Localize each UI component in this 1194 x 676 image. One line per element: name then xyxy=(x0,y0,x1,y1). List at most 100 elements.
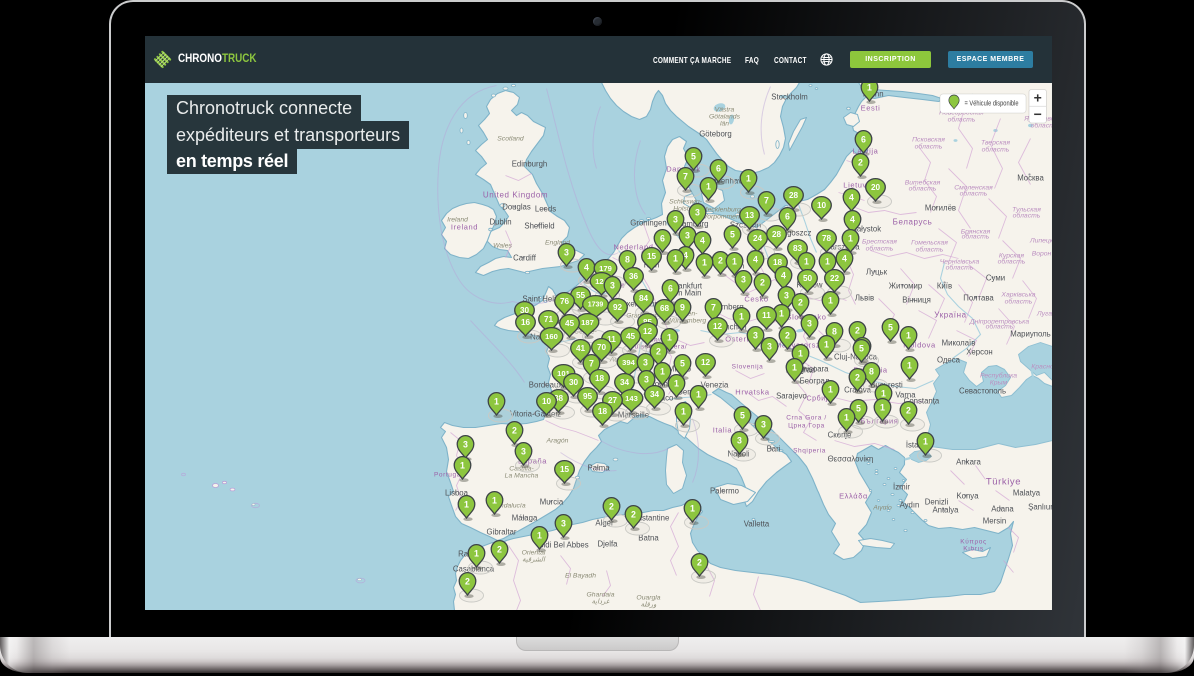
svg-text:Москва: Москва xyxy=(1017,173,1044,182)
svg-text:1: 1 xyxy=(824,339,829,349)
svg-text:Ireland: Ireland xyxy=(447,216,468,223)
svg-text:Беларусь: Беларусь xyxy=(892,217,932,226)
svg-text:Житомир: Житомир xyxy=(888,281,922,290)
svg-text:13: 13 xyxy=(744,211,754,220)
svg-text:Eesti: Eesti xyxy=(860,103,880,112)
svg-text:Konya: Konya xyxy=(956,491,979,500)
svg-text:Црна Гора: Црна Гора xyxy=(788,422,825,429)
svg-text:область: область xyxy=(945,263,973,271)
svg-text:Ghardaia: Ghardaia xyxy=(586,591,614,598)
svg-text:394: 394 xyxy=(622,357,635,366)
svg-text:4: 4 xyxy=(849,192,854,202)
svg-text:Stockholm: Stockholm xyxy=(771,92,807,101)
svg-text:5: 5 xyxy=(888,322,893,332)
svg-text:Palma: Palma xyxy=(587,463,610,472)
svg-text:10: 10 xyxy=(541,397,551,406)
svg-text:2: 2 xyxy=(760,277,765,287)
svg-text:Türkiye: Türkiye xyxy=(985,476,1020,487)
svg-text:1: 1 xyxy=(828,384,833,394)
svg-text:83: 83 xyxy=(792,244,802,253)
svg-text:Malatya: Malatya xyxy=(1012,488,1040,497)
svg-text:70: 70 xyxy=(596,343,606,352)
svg-text:Leeds: Leeds xyxy=(534,204,555,213)
svg-text:Луцьк: Луцьк xyxy=(865,267,887,276)
svg-text:Cardiff: Cardiff xyxy=(513,253,537,262)
svg-text:= Véhicule disponible: = Véhicule disponible xyxy=(964,98,1018,107)
svg-text:Málaga: Málaga xyxy=(511,513,537,522)
svg-text:Dublin: Dublin xyxy=(489,217,511,226)
svg-text:1: 1 xyxy=(681,406,686,416)
svg-text:1: 1 xyxy=(464,499,469,509)
svg-text:4: 4 xyxy=(700,235,705,245)
svg-text:1: 1 xyxy=(690,503,695,513)
svg-text:область: область xyxy=(915,245,943,253)
svg-text:1: 1 xyxy=(844,412,849,422)
svg-text:27: 27 xyxy=(607,396,617,405)
svg-text:Αιγαίο: Αιγαίο xyxy=(872,503,892,511)
svg-text:Луга: Луга xyxy=(1035,310,1051,317)
svg-text:2: 2 xyxy=(858,157,863,167)
svg-text:12: 12 xyxy=(712,322,722,331)
svg-text:1: 1 xyxy=(867,83,872,92)
svg-text:34: 34 xyxy=(649,390,659,399)
svg-text:20: 20 xyxy=(870,183,880,192)
svg-text:3: 3 xyxy=(741,274,746,284)
svg-text:4: 4 xyxy=(781,270,786,280)
svg-text:3: 3 xyxy=(807,318,812,328)
svg-text:5: 5 xyxy=(730,229,735,239)
svg-text:71: 71 xyxy=(543,315,553,324)
svg-text:2: 2 xyxy=(855,325,860,335)
svg-text:Shqiperia: Shqiperia xyxy=(793,447,826,454)
svg-text:Götalands: Götalands xyxy=(709,113,741,120)
svg-text:1: 1 xyxy=(706,181,711,191)
svg-text:2: 2 xyxy=(855,372,860,382)
svg-text:1: 1 xyxy=(746,173,751,183)
svg-text:12: 12 xyxy=(642,327,652,336)
svg-text:10: 10 xyxy=(816,201,826,210)
svg-text:Mecklenburg-: Mecklenburg- xyxy=(701,206,743,213)
svg-text:Vorpommern: Vorpommern xyxy=(702,213,741,220)
svg-text:غرداية: غرداية xyxy=(591,597,609,605)
svg-text:Slovenija: Slovenija xyxy=(731,363,763,370)
svg-text:45: 45 xyxy=(625,332,635,341)
svg-text:68: 68 xyxy=(659,304,669,313)
svg-text:Севастополь: Севастополь xyxy=(958,386,1005,395)
svg-text:Douglas: Douglas xyxy=(502,202,531,211)
svg-text:Murcia: Murcia xyxy=(539,497,563,506)
svg-text:Київ: Київ xyxy=(936,281,951,290)
svg-text:Varna: Varna xyxy=(895,390,916,399)
svg-text:3: 3 xyxy=(521,446,526,456)
svg-text:Djelfa: Djelfa xyxy=(597,539,618,548)
svg-text:1: 1 xyxy=(660,366,665,376)
svg-text:Adana: Adana xyxy=(991,504,1014,513)
svg-text:Гомельская: Гомельская xyxy=(911,239,948,246)
svg-text:3: 3 xyxy=(767,341,772,351)
svg-text:−: − xyxy=(1033,106,1041,122)
svg-text:Могилёв: Могилёв xyxy=(924,203,955,212)
svg-text:Ouargla: Ouargla xyxy=(636,594,660,601)
svg-text:+: + xyxy=(1033,89,1041,105)
svg-text:4: 4 xyxy=(850,214,855,224)
svg-text:Mersin: Mersin xyxy=(982,516,1005,525)
svg-text:2: 2 xyxy=(609,501,614,511)
svg-text:Львів: Львів xyxy=(854,293,873,302)
svg-text:Scotland: Scotland xyxy=(497,135,524,142)
svg-text:12: 12 xyxy=(700,358,710,367)
svg-text:область: область xyxy=(947,115,975,123)
svg-text:2: 2 xyxy=(465,576,470,586)
svg-text:179: 179 xyxy=(599,263,612,272)
svg-text:Valletta: Valletta xyxy=(743,519,769,528)
svg-text:1: 1 xyxy=(702,257,707,267)
svg-text:3: 3 xyxy=(753,330,758,340)
svg-text:3: 3 xyxy=(695,207,700,217)
svg-text:16: 16 xyxy=(520,318,530,327)
svg-text:160: 160 xyxy=(545,331,558,340)
svg-text:1: 1 xyxy=(537,530,542,540)
svg-text:28: 28 xyxy=(771,230,781,239)
svg-text:76: 76 xyxy=(559,297,569,306)
svg-text:3: 3 xyxy=(463,439,468,449)
svg-text:Palermo: Palermo xyxy=(709,486,739,495)
svg-text:область: область xyxy=(914,142,942,150)
svg-text:8: 8 xyxy=(625,254,630,264)
svg-text:Sheffield: Sheffield xyxy=(524,221,554,230)
